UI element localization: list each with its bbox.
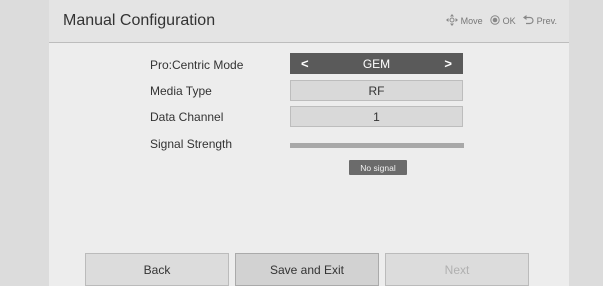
key-hints: Move OK Prev. (439, 14, 557, 28)
signal-strength-label: Signal Strength (150, 137, 233, 151)
ok-icon (489, 15, 503, 27)
back-button[interactable]: Back (85, 253, 229, 286)
hint-move-label: Move (460, 16, 483, 26)
media-type-label: Media Type (150, 84, 212, 98)
next-button[interactable]: Next (385, 253, 529, 286)
hint-ok: OK (489, 15, 516, 27)
header-bar: Manual Configuration Move OK Prev. (49, 0, 569, 43)
hint-move: Move (445, 14, 483, 28)
data-channel-label: Data Channel (150, 110, 224, 124)
screen: Manual Configuration Move OK Prev. Pro:C… (0, 0, 603, 286)
page-title: Manual Configuration (63, 12, 216, 29)
save-and-exit-button[interactable]: Save and Exit (235, 253, 379, 286)
hint-prev-label: Prev. (536, 16, 557, 26)
back-arrow-icon (522, 15, 537, 27)
data-channel-field[interactable]: 1 (290, 106, 463, 127)
hint-ok-label: OK (502, 16, 516, 26)
mode-selector[interactable]: < GEM > (290, 53, 463, 74)
media-type-value: RF (368, 83, 385, 98)
media-type-field[interactable]: RF (290, 80, 463, 101)
data-channel-value: 1 (373, 109, 380, 124)
dpad-icon (445, 14, 461, 28)
mode-label: Pro:Centric Mode (150, 58, 244, 72)
mode-value: GEM (362, 56, 391, 71)
signal-status-badge: No signal (349, 160, 407, 175)
signal-strength-bar (290, 143, 464, 148)
hint-prev: Prev. (522, 15, 557, 27)
chevron-right-icon[interactable]: > (444, 57, 452, 70)
config-panel: Manual Configuration Move OK Prev. Pro:C… (49, 0, 569, 286)
chevron-left-icon[interactable]: < (301, 57, 309, 70)
